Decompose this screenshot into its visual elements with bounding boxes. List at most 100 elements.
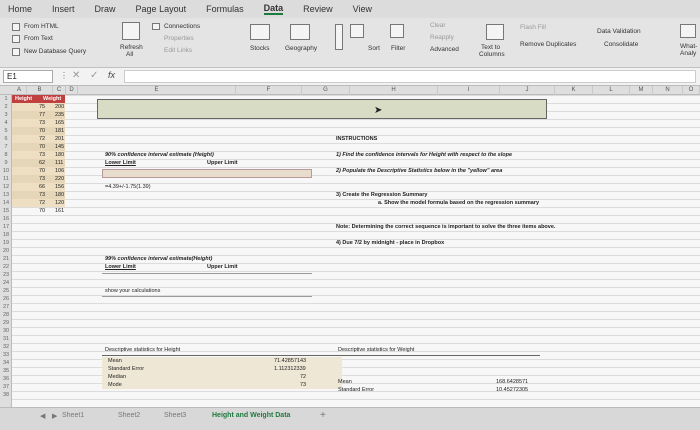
row-header[interactable]: 31: [0, 335, 12, 343]
row-header[interactable]: 12: [0, 183, 12, 191]
row-header[interactable]: 23: [0, 271, 12, 279]
row-header[interactable]: 8: [0, 151, 12, 159]
confirm-icon[interactable]: ✓: [90, 70, 98, 81]
weight-cell[interactable]: 161: [55, 208, 64, 214]
height-cell[interactable]: 62: [39, 160, 45, 166]
tab-data[interactable]: Data: [263, 3, 284, 15]
remove-duplicates-button[interactable]: Remove Duplicates: [520, 41, 576, 48]
weight-cell[interactable]: 165: [55, 120, 64, 126]
row-header[interactable]: 11: [0, 175, 12, 183]
row-header[interactable]: 15: [0, 207, 12, 215]
weight-cell[interactable]: 220: [55, 176, 64, 182]
weight-cell[interactable]: 181: [55, 128, 64, 134]
what-if-label-2[interactable]: Analy: [680, 50, 696, 57]
row-header[interactable]: 5: [0, 127, 12, 135]
filter-button[interactable]: Filter: [391, 45, 405, 52]
selected-range[interactable]: [97, 99, 547, 119]
consolidate-button[interactable]: Consolidate: [604, 41, 638, 48]
sheet-tab[interactable]: Sheet2: [118, 412, 140, 419]
row-header[interactable]: 33: [0, 351, 12, 359]
col-header[interactable]: L: [593, 86, 630, 95]
properties-button[interactable]: Properties: [164, 35, 194, 42]
row-header[interactable]: 20: [0, 247, 12, 255]
edit-links-button[interactable]: Edit Links: [164, 47, 192, 54]
desc-weight-value[interactable]: 168.6428571: [496, 379, 528, 385]
connections-button[interactable]: Connections: [164, 23, 200, 30]
col-header[interactable]: H: [350, 86, 438, 95]
height-cell[interactable]: 70: [39, 144, 45, 150]
row-header[interactable]: 4: [0, 119, 12, 127]
row-header[interactable]: 1: [0, 95, 12, 103]
tab-home[interactable]: Home: [8, 4, 32, 14]
height-cell[interactable]: 72: [39, 200, 45, 206]
reapply-button[interactable]: Reapply: [430, 34, 454, 41]
weight-cell[interactable]: 201: [55, 136, 64, 142]
nav-prev-icon[interactable]: ◀: [40, 412, 45, 420]
row-header[interactable]: 24: [0, 279, 12, 287]
tab-draw[interactable]: Draw: [95, 4, 116, 14]
cancel-icon[interactable]: ✕: [72, 70, 80, 81]
row-header[interactable]: 27: [0, 303, 12, 311]
row-header[interactable]: 29: [0, 319, 12, 327]
fx-icon[interactable]: fx: [108, 70, 115, 80]
weight-cell[interactable]: 156: [55, 184, 64, 190]
row-header[interactable]: 16: [0, 215, 12, 223]
col-header[interactable]: F: [236, 86, 302, 95]
row-header[interactable]: 21: [0, 255, 12, 263]
row-header[interactable]: 2: [0, 103, 12, 111]
row-header[interactable]: 32: [0, 343, 12, 351]
what-if-label-1[interactable]: What-: [680, 43, 697, 50]
sheet-tab[interactable]: Sheet1: [62, 412, 84, 419]
nav-next-icon[interactable]: ▶: [52, 412, 57, 420]
height-cell[interactable]: 77: [39, 112, 45, 118]
advanced-button[interactable]: Advanced: [430, 46, 459, 53]
desc-weight-value[interactable]: 10.45272305: [496, 387, 528, 393]
row-header[interactable]: 38: [0, 391, 12, 399]
weight-cell[interactable]: 200: [55, 104, 64, 110]
from-html-button[interactable]: From HTML: [24, 23, 59, 30]
ci90-formula[interactable]: =4.39+/-1.75(1.39): [105, 184, 151, 190]
row-header[interactable]: 7: [0, 143, 12, 151]
desc-height-value[interactable]: 72: [300, 374, 306, 380]
name-box[interactable]: E1: [3, 70, 53, 83]
weight-cell[interactable]: 180: [55, 192, 64, 198]
col-header[interactable]: A: [12, 86, 27, 95]
new-database-query-button[interactable]: New Database Query: [24, 48, 86, 55]
height-cell[interactable]: 70: [39, 128, 45, 134]
geography-button[interactable]: Geography: [285, 45, 317, 52]
height-cell[interactable]: 73: [39, 176, 45, 182]
row-header[interactable]: 17: [0, 223, 12, 231]
desc-height-value[interactable]: 1.112312339: [274, 366, 306, 372]
tab-page-layout[interactable]: Page Layout: [136, 4, 187, 14]
sort-az-icon[interactable]: [335, 24, 343, 50]
worksheet-grid[interactable]: Height Weight 75 200 77 235 73 165 70 181 72…: [12, 95, 700, 407]
refresh-all-label-1[interactable]: Refresh: [120, 44, 143, 51]
tab-review[interactable]: Review: [303, 4, 333, 14]
row-header[interactable]: 25: [0, 287, 12, 295]
weight-cell[interactable]: 120: [55, 200, 64, 206]
refresh-all-label-2[interactable]: All: [126, 51, 133, 58]
clear-button[interactable]: Clear: [430, 22, 446, 29]
from-text-button[interactable]: From Text: [24, 35, 53, 42]
row-header[interactable]: 37: [0, 383, 12, 391]
col-header[interactable]: J: [500, 86, 555, 95]
col-header[interactable]: E: [78, 86, 236, 95]
flash-fill-button[interactable]: Flash Fill: [520, 24, 546, 31]
row-header[interactable]: 34: [0, 359, 12, 367]
row-header[interactable]: 3: [0, 111, 12, 119]
row-header[interactable]: 18: [0, 231, 12, 239]
row-header[interactable]: 22: [0, 263, 12, 271]
weight-cell[interactable]: 111: [55, 160, 63, 166]
col-header[interactable]: M: [630, 86, 653, 95]
col-header[interactable]: C: [53, 86, 66, 95]
data-validation-button[interactable]: Data Validation: [597, 28, 641, 35]
row-header[interactable]: 36: [0, 375, 12, 383]
weight-cell[interactable]: 235: [55, 112, 64, 118]
row-header[interactable]: 35: [0, 367, 12, 375]
formula-input[interactable]: [124, 70, 696, 83]
row-header[interactable]: 10: [0, 167, 12, 175]
sort-button[interactable]: Sort: [368, 45, 380, 52]
text-to-columns-label-1[interactable]: Text to: [481, 44, 500, 51]
add-sheet-button[interactable]: +: [320, 410, 326, 421]
row-header[interactable]: 28: [0, 311, 12, 319]
